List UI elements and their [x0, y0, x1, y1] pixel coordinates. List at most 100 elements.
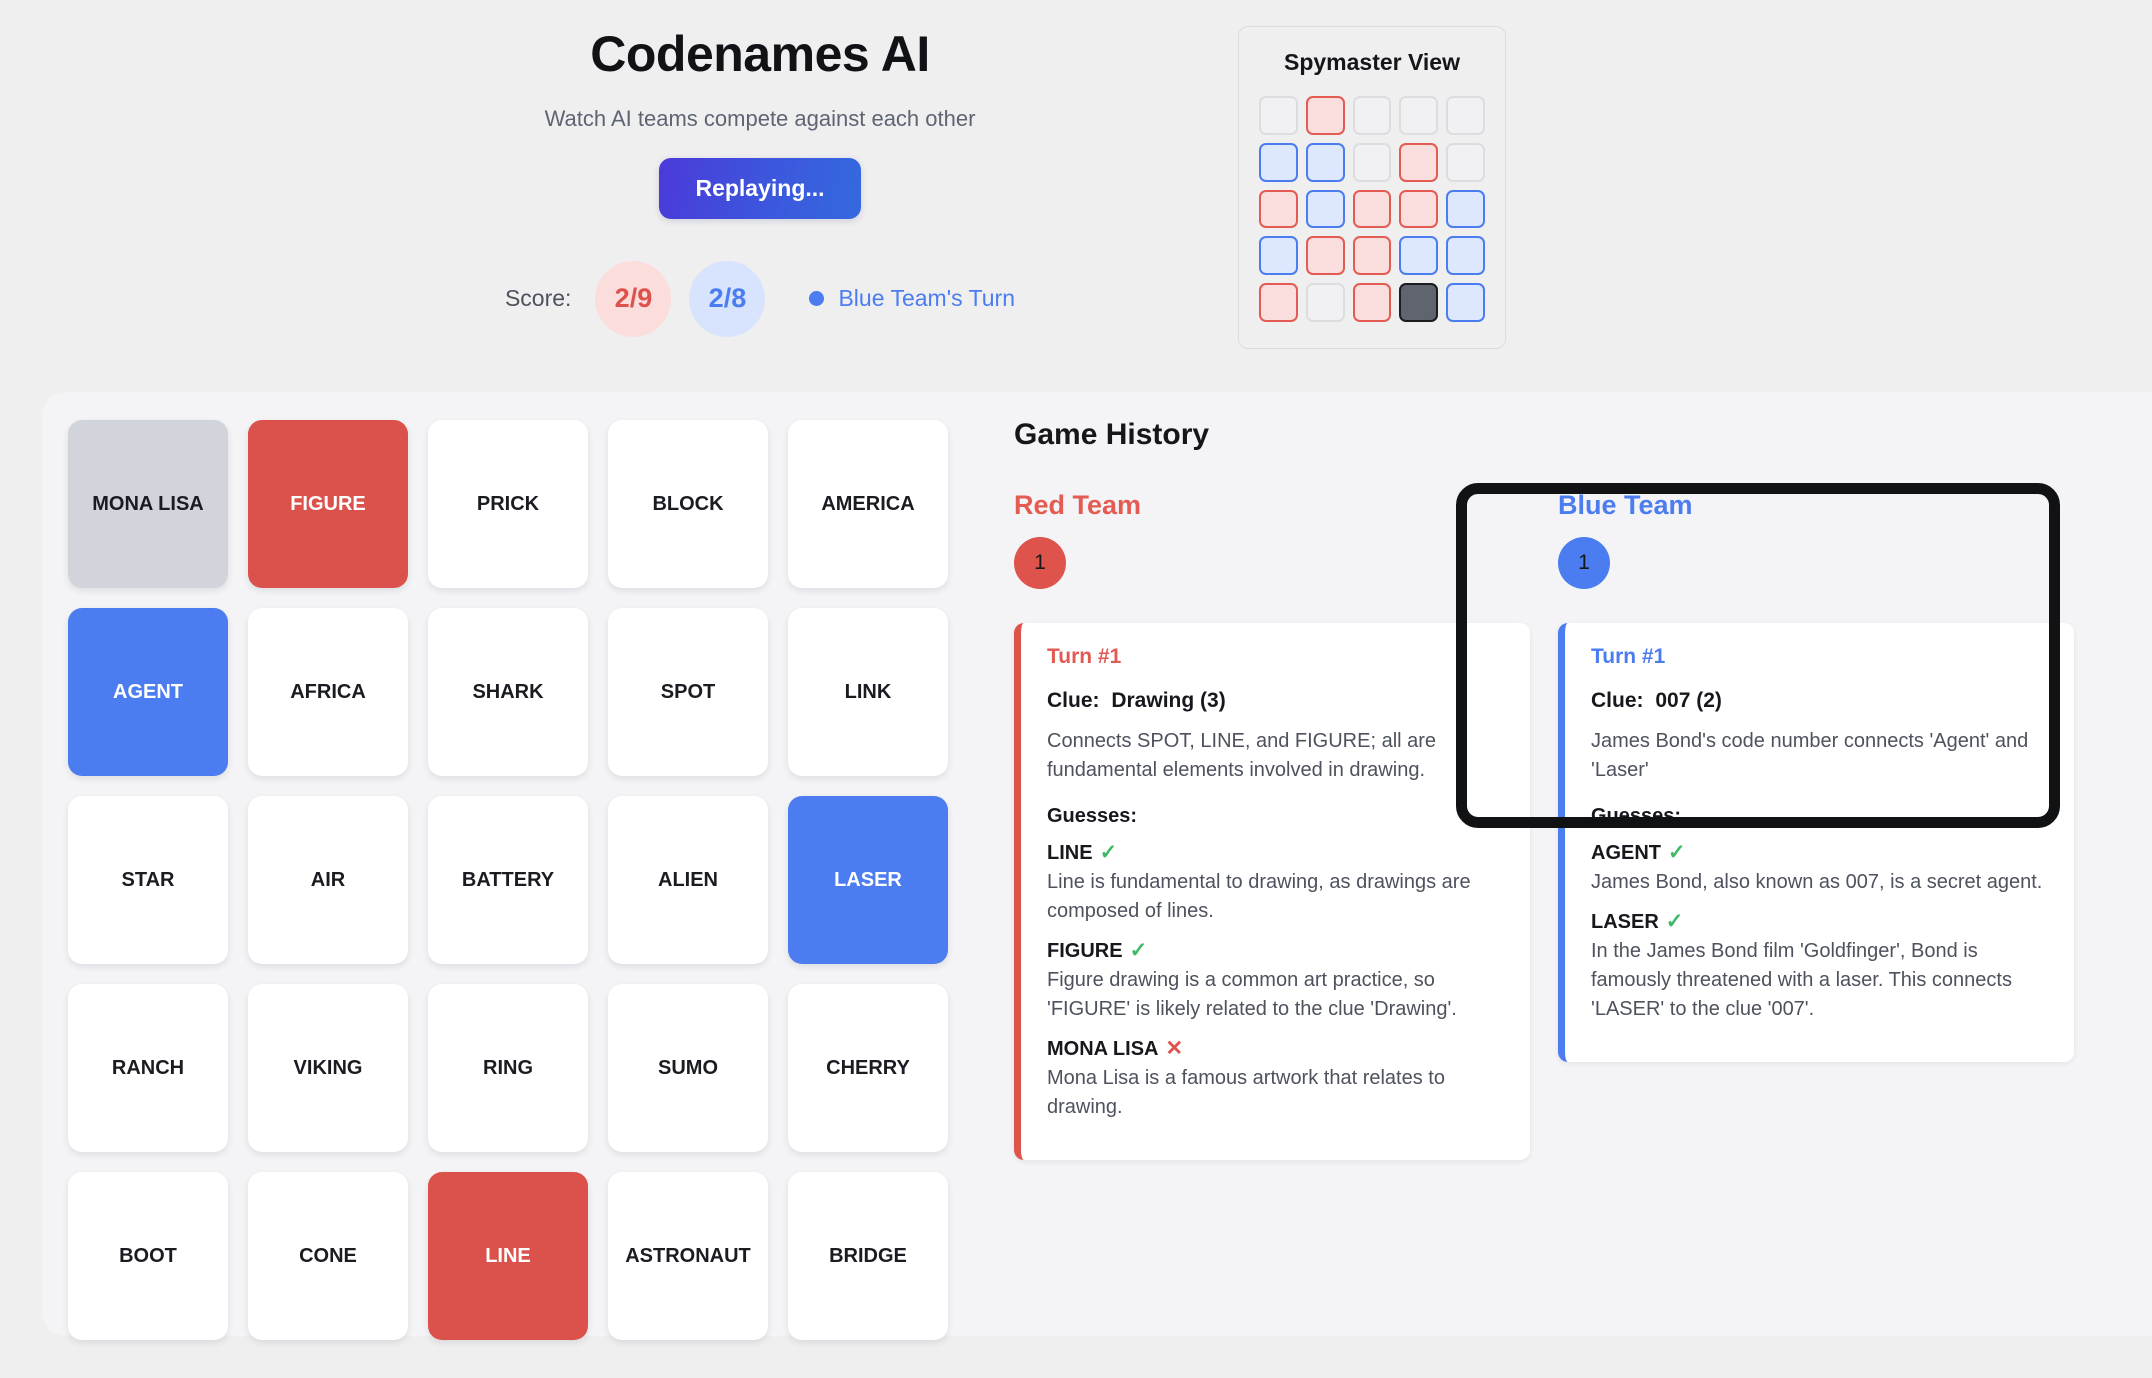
red-clue-reasoning: Connects SPOT, LINE, and FIGURE; all are… [1047, 730, 1437, 781]
blue-turn-heading: Turn #1 [1591, 645, 1666, 668]
red-team-name: Red Team [1014, 490, 1142, 520]
check-icon: ✓ [1099, 841, 1118, 864]
guess-reason: In the James Bond film 'Goldfinger', Bon… [1591, 940, 2012, 1020]
guess-item: FIGURE ✓ Figure drawing is a common art pr… [1047, 938, 1504, 1024]
game-history-title: Game History [1014, 418, 1210, 451]
word-card[interactable]: BRIDGE [788, 1172, 948, 1340]
red-clue-label: Clue: [1047, 689, 1100, 712]
game-history-panel: Game History Red Team 1 Turn #1 Clue: Dr… [978, 418, 2152, 1336]
word-card[interactable]: BATTERY [428, 796, 588, 964]
guess-word: LINE [1047, 842, 1093, 864]
spymaster-cell-blue [1305, 142, 1345, 182]
spymaster-cell-red [1352, 283, 1392, 322]
guess-word: AGENT [1591, 842, 1661, 864]
spymaster-cell-neutral [1305, 283, 1345, 322]
word-card[interactable]: ASTRONAUT [608, 1172, 768, 1340]
word-card[interactable]: SPOT [608, 608, 768, 776]
guess-word-line: MONA LISA ✕ [1047, 1036, 1504, 1061]
red-team-turn-badge[interactable]: 1 [1014, 537, 1066, 589]
guess-word: FIGURE [1047, 940, 1123, 962]
blue-team-column: Blue Team 1 Turn #1 Clue: 007 (2) James … [1558, 490, 2074, 1062]
guess-word-line: FIGURE ✓ [1047, 938, 1504, 963]
blue-clue-value: 007 (2) [1655, 689, 1722, 712]
blue-team-turn-badge[interactable]: 1 [1558, 537, 1610, 589]
word-card[interactable]: STAR [68, 796, 228, 964]
main-panel: MONA LISA FIGURE PRICK BLOCK AMERICA AGENT AFR… [42, 392, 2152, 1340]
word-card[interactable]: LINE [428, 1172, 588, 1340]
guess-word-line: AGENT ✓ [1591, 840, 2048, 865]
spymaster-cell-neutral [1399, 96, 1439, 135]
turn-dot-icon [809, 291, 825, 306]
word-card[interactable]: BLOCK [608, 420, 768, 588]
turn-status-text: Blue Team's Turn [838, 285, 1016, 311]
spymaster-cell-red [1399, 142, 1439, 182]
word-card[interactable]: AFRICA [248, 608, 408, 776]
red-guesses-label: Guesses: [1047, 805, 1138, 827]
word-card[interactable]: LASER [788, 796, 948, 964]
red-turn-card[interactable]: Turn #1 Clue: Drawing (3) Connects SPOT,… [1014, 623, 1530, 1160]
spymaster-cell-red [1399, 189, 1439, 229]
spymaster-cell-neutral [1259, 96, 1298, 135]
word-card[interactable]: PRICK [428, 420, 588, 588]
word-card[interactable]: SUMO [608, 984, 768, 1152]
word-board: MONA LISA FIGURE PRICK BLOCK AMERICA AGENT AFR… [68, 418, 978, 1340]
score-red-badge: 2/9 [595, 260, 672, 337]
guess-item: MONA LISA ✕ Mona Lisa is a famous artwork … [1047, 1036, 1504, 1122]
word-card[interactable]: VIKING [248, 984, 408, 1152]
spymaster-cell-red [1259, 283, 1298, 322]
word-card[interactable]: CHERRY [788, 984, 948, 1152]
spymaster-cell-red [1259, 189, 1298, 229]
blue-guess-list: AGENT ✓ James Bond, also known as 007, is … [1591, 840, 2048, 1024]
spymaster-cell-red [1352, 189, 1392, 229]
spymaster-cell-neutral [1352, 96, 1392, 135]
guess-reason: James Bond, also known as 007, is a secr… [1591, 871, 2043, 893]
word-card[interactable]: RANCH [68, 984, 228, 1152]
spymaster-view-panel: Spymaster View [1238, 26, 1506, 349]
guess-word-line: LASER ✓ [1591, 909, 2048, 934]
red-guess-list: LINE ✓ Line is fundamental to drawing, as … [1047, 840, 1504, 1122]
red-turn-heading: Turn #1 [1047, 645, 1122, 668]
check-icon: ✓ [1668, 841, 1686, 864]
blue-turn-card[interactable]: Turn #1 Clue: 007 (2) James Bond's code … [1558, 623, 2074, 1062]
guess-word: LASER [1591, 911, 1659, 933]
turn-indicator: Blue Team's Turn [809, 285, 1015, 312]
spymaster-cell-blue [1399, 236, 1439, 276]
cross-icon: ✕ [1165, 1037, 1184, 1060]
replay-button[interactable]: Replaying... [659, 157, 861, 219]
blue-clue-line: Clue: 007 (2) [1591, 689, 2048, 713]
guess-word: MONA LISA [1047, 1038, 1159, 1060]
word-card[interactable]: ALIEN [608, 796, 768, 964]
spymaster-cell-blue [1446, 283, 1485, 322]
spymaster-grid [1259, 96, 1485, 322]
score-label: Score: [504, 285, 572, 311]
check-icon: ✓ [1129, 939, 1148, 962]
word-card[interactable]: AGENT [68, 608, 228, 776]
blue-guesses-label: Guesses: [1591, 805, 1682, 827]
word-card[interactable]: BOOT [68, 1172, 228, 1340]
word-card[interactable]: AMERICA [788, 420, 948, 588]
guess-reason: Mona Lisa is a famous artwork that relat… [1047, 1067, 1445, 1118]
word-card[interactable]: FIGURE [248, 420, 408, 588]
spymaster-cell-neutral [1446, 96, 1485, 135]
guess-item: LASER ✓ In the James Bond film 'Goldfinger… [1591, 909, 2048, 1024]
blue-clue-reasoning: James Bond's code number connects 'Agent… [1591, 730, 2029, 781]
score-blue-badge: 2/8 [689, 260, 766, 337]
spymaster-cell-red [1352, 236, 1392, 276]
word-card[interactable]: MONA LISA [68, 420, 228, 588]
spymaster-view-title: Spymaster View [1283, 49, 1460, 75]
check-icon: ✓ [1665, 910, 1684, 933]
word-card[interactable]: LINK [788, 608, 948, 776]
spymaster-cell-neutral [1352, 142, 1392, 182]
word-card[interactable]: SHARK [428, 608, 588, 776]
spymaster-cell-red [1305, 236, 1345, 276]
word-card[interactable]: AIR [248, 796, 408, 964]
guess-reason: Figure drawing is a common art practice,… [1047, 969, 1457, 1020]
spymaster-cell-blue [1259, 142, 1298, 182]
word-card[interactable]: CONE [248, 1172, 408, 1340]
word-card[interactable]: RING [428, 984, 588, 1152]
blue-clue-label: Clue: [1591, 689, 1644, 712]
guess-reason: Line is fundamental to drawing, as drawi… [1047, 871, 1471, 922]
spymaster-cell-neutral [1446, 142, 1485, 182]
page-header: Codenames AI Watch AI teams compete agai… [0, 0, 2152, 390]
spymaster-cell-blue [1259, 236, 1298, 276]
